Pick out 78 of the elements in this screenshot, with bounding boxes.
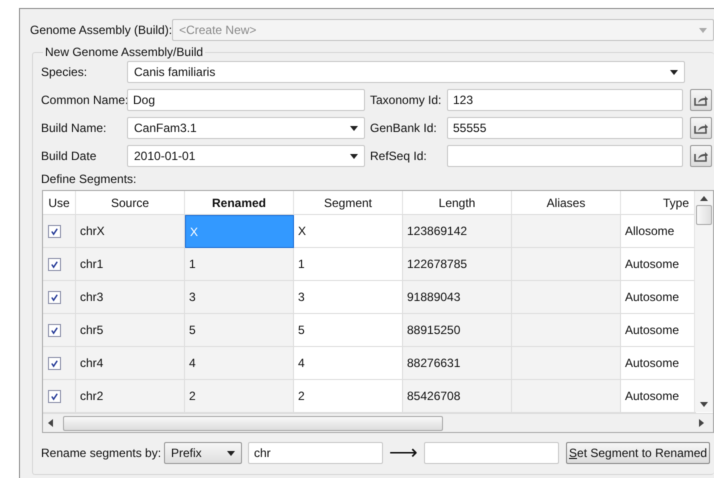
export-button[interactable] (690, 117, 712, 139)
table-cell: chr5 (76, 314, 185, 347)
field-label: Genome Assembly (Build): (30, 23, 172, 37)
field-label: Rename segments by: (41, 446, 162, 460)
table-cell: 123869142 (403, 215, 512, 248)
checkbox[interactable] (48, 258, 61, 270)
table-cell: chr3 (76, 281, 185, 314)
table-cell: 4 (294, 347, 403, 380)
checkbox[interactable] (48, 290, 61, 304)
table-cell: 122678785 (403, 248, 512, 281)
input-field[interactable] (424, 442, 559, 464)
scroll-down-icon[interactable] (700, 402, 708, 407)
set-segment-button[interactable]: Set Segment to Renamed (566, 442, 710, 464)
scroll-right-icon[interactable] (699, 419, 704, 427)
table-cell: 1 (294, 248, 403, 281)
input-field[interactable]: 123 (447, 89, 683, 111)
caret-icon (227, 450, 235, 456)
field-label: Taxonomy Id: (370, 93, 442, 107)
checkbox[interactable] (48, 390, 61, 402)
field-label: Build Date (41, 149, 98, 163)
checkbox[interactable] (48, 224, 61, 238)
column-header[interactable]: Segment (294, 191, 403, 214)
scroll-thumb[interactable] (696, 205, 712, 225)
column-header[interactable]: Use (43, 191, 76, 214)
table-cell: 88915250 (403, 314, 512, 347)
caret-icon (350, 154, 358, 158)
input-field[interactable]: Dog (127, 89, 365, 111)
export-icon (694, 94, 708, 106)
column-header[interactable]: Source (76, 191, 185, 214)
build-combobox[interactable]: 2010-01-01 (127, 145, 365, 167)
column-header[interactable]: Length (403, 191, 512, 214)
section-label: Define Segments: (41, 172, 138, 186)
table-cell: chr2 (76, 380, 185, 413)
column-header[interactable]: Renamed (185, 191, 294, 214)
export-icon (694, 122, 708, 134)
table-cell: 3 (185, 281, 294, 314)
input-field[interactable]: 55555 (447, 117, 683, 139)
caret-icon (350, 126, 358, 130)
export-button[interactable] (690, 145, 712, 167)
table-cell: 85426708 (403, 380, 512, 413)
mode-combobox[interactable]: Prefix (164, 442, 242, 464)
table-cell: chr4 (76, 347, 185, 380)
table-cell: 4 (185, 347, 294, 380)
group-title: New Genome Assembly/Build (44, 45, 204, 59)
table-cell: X (185, 215, 294, 248)
table-cell: 91889043 (403, 281, 512, 314)
table-cell: 5 (294, 314, 403, 347)
caret-icon (699, 28, 707, 32)
input-field[interactable]: chr (248, 442, 383, 464)
checkbox[interactable] (48, 324, 61, 336)
field-label: Build Name: (41, 121, 108, 135)
horizontal-scrollbar[interactable] (43, 413, 713, 432)
column-header[interactable]: Aliases (512, 191, 621, 214)
scroll-left-icon[interactable] (48, 419, 53, 427)
arrow-icon: ⟶ (389, 443, 418, 463)
table-cell: 5 (185, 314, 294, 347)
table-cell: X (294, 215, 403, 248)
checkbox[interactable] (48, 356, 61, 370)
scroll-thumb[interactable] (63, 416, 443, 430)
field-label: Common Name: (41, 93, 127, 107)
input-field[interactable] (447, 145, 683, 167)
table-cell: 2 (294, 380, 403, 413)
build-combobox[interactable]: CanFam3.1 (127, 117, 365, 139)
table-cell: 1 (185, 248, 294, 281)
table-cell: chrX (76, 215, 185, 248)
caret-icon (670, 70, 678, 74)
export-icon (694, 150, 708, 162)
vertical-scrollbar[interactable] (694, 191, 713, 412)
table-cell: chr1 (76, 248, 185, 281)
table-cell: 88276631 (403, 347, 512, 380)
scroll-up-icon[interactable] (700, 196, 708, 201)
table-cell: 2 (185, 380, 294, 413)
field-label: RefSeq Id: (370, 149, 428, 163)
field-label: Species: (41, 65, 88, 79)
field-label: GenBank Id: (370, 121, 438, 135)
export-button[interactable] (690, 89, 712, 111)
table-cell: 3 (294, 281, 403, 314)
species-combobox[interactable]: Canis familiaris (127, 61, 685, 83)
